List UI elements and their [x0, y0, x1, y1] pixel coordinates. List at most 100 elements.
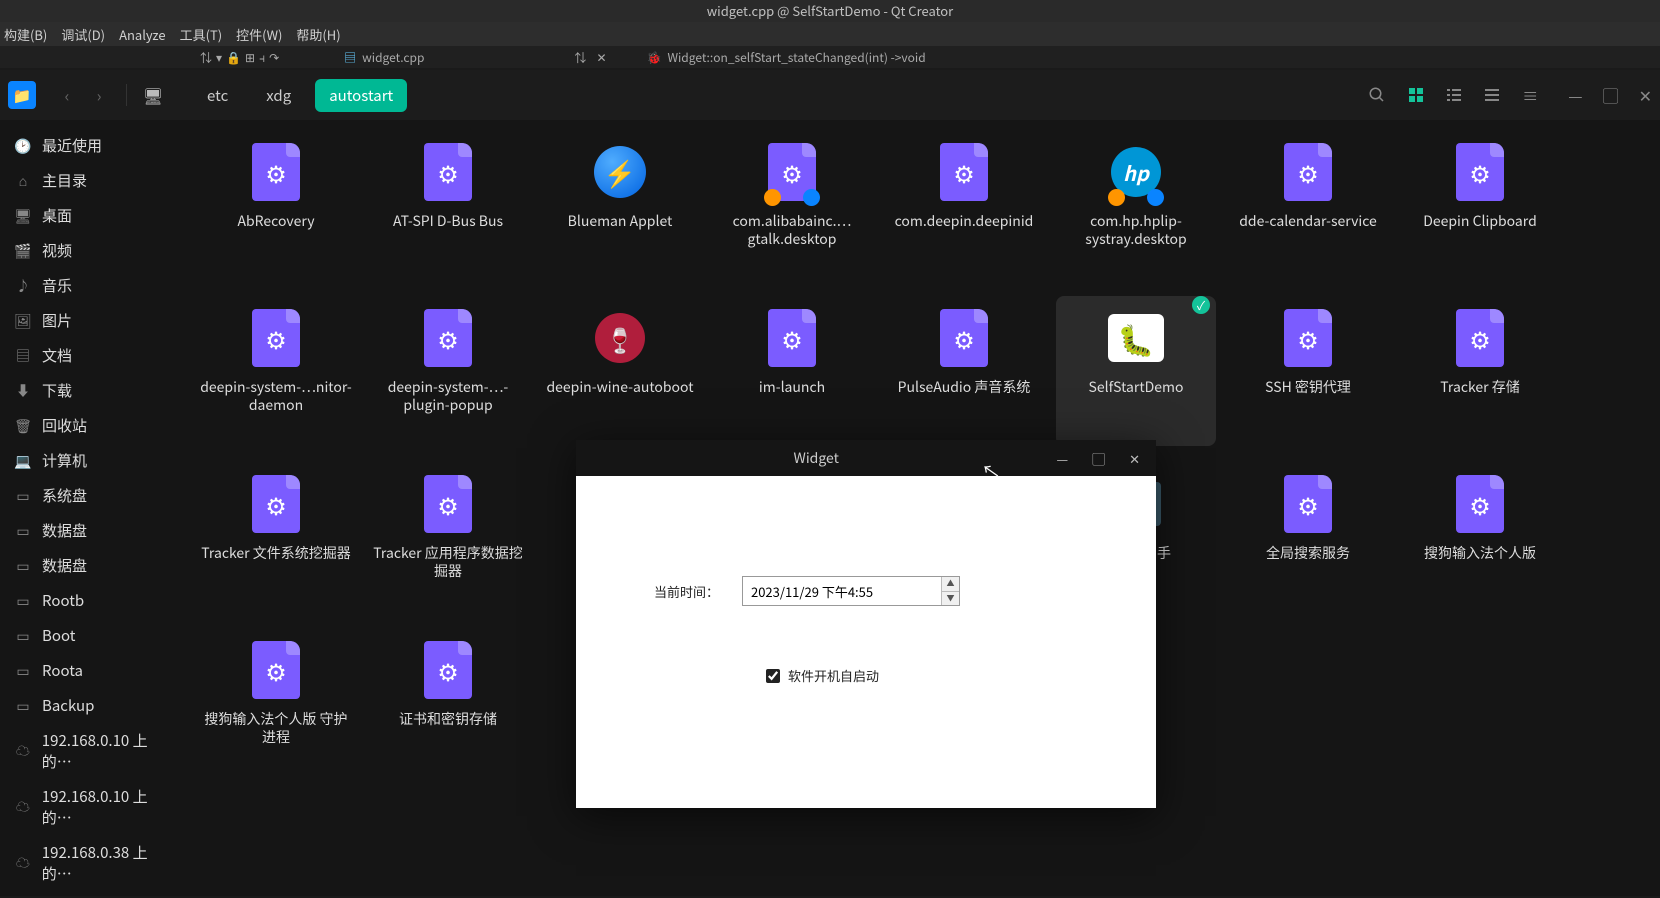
sidebar-item[interactable]: 🎬视频 — [0, 233, 190, 268]
sidebar-item[interactable]: ▤文档 — [0, 338, 190, 373]
maximize-icon[interactable]: ▢ — [1603, 83, 1619, 107]
file-item[interactable]: im-launch — [712, 296, 872, 446]
file-item[interactable]: 🍷deepin-wine-autoboot — [540, 296, 700, 446]
sidebar-item[interactable]: ⌂主目录 — [0, 163, 190, 198]
filter-icon[interactable]: ▾ — [216, 49, 222, 66]
lock-icon[interactable]: 🔒 — [226, 49, 241, 66]
file-item[interactable]: Tracker 文件系统挖掘器 — [196, 462, 356, 612]
document-icon: ▤ — [14, 347, 32, 365]
menu-item[interactable]: Analyze — [119, 25, 166, 44]
device-icon[interactable]: 🖥 — [139, 81, 167, 109]
dropdown-icon[interactable]: ⇅ — [574, 49, 586, 66]
sidebar-item[interactable]: ▭Rootb — [0, 583, 190, 618]
sidebar-item[interactable]: ☁192.168.0.10 上的… — [0, 723, 190, 779]
trash-icon: 🗑 — [14, 417, 32, 435]
sidebar-item[interactable]: ☁192.168.0.10 上的… — [0, 779, 190, 835]
file-item[interactable]: hpcom.hp.hplip-systray.desktop — [1056, 130, 1216, 280]
file-item[interactable]: Tracker 应用程序数据挖掘器 — [368, 462, 528, 612]
file-item[interactable]: 全局搜索服务 — [1228, 462, 1388, 612]
widget-close-icon[interactable]: ✕ — [1129, 449, 1140, 468]
close-icon[interactable]: ✕ — [1639, 83, 1652, 107]
minimize-icon[interactable]: — — [1568, 83, 1582, 107]
autostart-checkbox[interactable] — [766, 669, 780, 683]
view-list-icon[interactable] — [1446, 87, 1462, 103]
sidebar-item[interactable]: ▭Boot — [0, 618, 190, 653]
breadcrumb-segment[interactable]: xdg — [252, 79, 305, 112]
nav-forward-button[interactable]: › — [84, 80, 114, 110]
open-file-name[interactable]: widget.cpp — [362, 49, 424, 66]
file-type-icon — [1451, 472, 1509, 536]
file-name: deepin-system-…-plugin-popup — [368, 378, 528, 414]
nav-back-button[interactable]: ‹ — [52, 80, 82, 110]
file-item[interactable]: deepin-system-…-plugin-popup — [368, 296, 528, 446]
disk-icon: ▭ — [14, 662, 32, 680]
updown-icon[interactable]: ⇅ — [200, 49, 212, 66]
breadcrumb-segment[interactable]: autostart — [315, 79, 407, 112]
datetime-field[interactable]: ▲ ▼ — [742, 576, 960, 606]
file-item[interactable]: com.alibabainc.…gtalk.desktop — [712, 130, 872, 280]
spinner-up-icon[interactable]: ▲ — [942, 577, 959, 592]
breadcrumb-segment[interactable]: etc — [193, 79, 242, 112]
widget-titlebar[interactable]: Widget — ▢ ✕ — [576, 440, 1156, 476]
sidebar-item[interactable]: ▭Roota — [0, 653, 190, 688]
method-context[interactable]: Widget::on_selfStart_stateChanged(int) -… — [667, 49, 925, 66]
sidebar-item[interactable]: ⬇下载 — [0, 373, 190, 408]
sidebar-item[interactable]: ▭数据盘 — [0, 513, 190, 548]
split-icon[interactable]: ⫞ — [259, 49, 265, 66]
sidebar-item[interactable]: ▭Backup — [0, 688, 190, 723]
sidebar-item[interactable]: 💻计算机 — [0, 443, 190, 478]
widget-maximize-icon[interactable]: ▢ — [1092, 449, 1105, 468]
sidebar-item[interactable]: ♪音乐 — [0, 268, 190, 303]
file-item[interactable]: ✓🐛SelfStartDemo — [1056, 296, 1216, 446]
view-grid-icon[interactable] — [1408, 87, 1424, 103]
sidebar-item[interactable]: 🖥桌面 — [0, 198, 190, 233]
menu-item[interactable]: 帮助(H) — [296, 25, 340, 44]
sidebar-item[interactable]: ▭数据盘 — [0, 548, 190, 583]
file-item[interactable]: deepin-system-…nitor-daemon — [196, 296, 356, 446]
file-item[interactable]: dde-calendar-service — [1228, 130, 1388, 280]
file-type-icon — [935, 140, 993, 204]
file-item[interactable]: com.deepin.deepinid — [884, 130, 1044, 280]
sidebar-item[interactable]: ▭系统盘 — [0, 478, 190, 513]
spinner-down-icon[interactable]: ▼ — [942, 592, 959, 606]
menu-icon[interactable]: ≡ — [1522, 83, 1538, 107]
view-detail-icon[interactable] — [1484, 87, 1500, 103]
menu-item[interactable]: 工具(T) — [180, 25, 223, 44]
home-icon: ⌂ — [14, 172, 32, 190]
file-item[interactable]: PulseAudio 声音系统 — [884, 296, 1044, 446]
check-badge-icon: ✓ — [1192, 296, 1210, 314]
sidebar-item[interactable]: 🖼图片 — [0, 303, 190, 338]
menu-item[interactable]: 构建(B) — [4, 25, 47, 44]
menu-item[interactable]: 控件(W) — [236, 25, 282, 44]
file-item[interactable]: SSH 密钥代理 — [1228, 296, 1388, 446]
file-item[interactable]: Deepin Clipboard — [1400, 130, 1560, 280]
sidebar-item-label: 数据盘 — [42, 520, 87, 541]
datetime-spinner[interactable]: ▲ ▼ — [941, 577, 959, 605]
more-icon[interactable]: ↷ — [269, 49, 279, 66]
file-item[interactable]: AT-SPI D-Bus Bus — [368, 130, 528, 280]
file-item[interactable]: 证书和密钥存储 — [368, 628, 528, 778]
file-item[interactable]: 搜狗输入法个人版 守护进程 — [196, 628, 356, 778]
file-name: deepin-wine-autoboot — [542, 378, 697, 396]
sidebar-item[interactable]: ☁192.168.0.38 上的… — [0, 835, 190, 891]
file-name: SSH 密钥代理 — [1261, 378, 1355, 396]
file-type-icon — [763, 306, 821, 370]
menu-item[interactable]: 调试(D) — [61, 25, 105, 44]
file-item[interactable]: 搜狗输入法个人版 — [1400, 462, 1560, 612]
widget-minimize-icon[interactable]: — — [1056, 449, 1068, 468]
file-type-icon — [419, 472, 477, 536]
file-name: com.hp.hplip-systray.desktop — [1056, 212, 1216, 248]
sidebar-item[interactable]: 🗑回收站 — [0, 408, 190, 443]
close-tab-icon[interactable]: ✕ — [596, 49, 606, 66]
file-item[interactable]: ⚡Blueman Applet — [540, 130, 700, 280]
datetime-input[interactable] — [743, 577, 941, 605]
plus-icon[interactable]: ⊞ — [245, 49, 255, 66]
search-icon[interactable] — [1368, 86, 1386, 104]
file-item[interactable]: AbRecovery — [196, 130, 356, 280]
sidebar-item-label: Rootb — [42, 590, 84, 611]
file-name: com.deepin.deepinid — [891, 212, 1038, 230]
app-logo[interactable]: 📁 — [8, 81, 36, 109]
music-icon: ♪ — [14, 277, 32, 295]
sidebar-item[interactable]: 🕑最近使用 — [0, 128, 190, 163]
file-item[interactable]: Tracker 存储 — [1400, 296, 1560, 446]
